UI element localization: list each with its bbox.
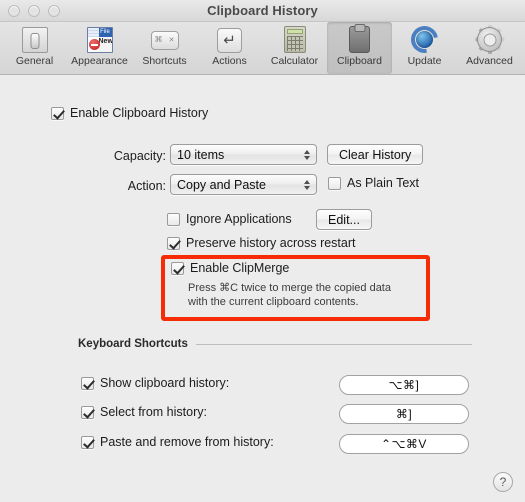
section-divider <box>195 343 472 345</box>
advanced-icon <box>475 25 505 54</box>
action-stepper-icon[interactable] <box>304 179 310 190</box>
enable-clipboard-history-label: Enable Clipboard History <box>70 106 209 120</box>
paste-and-remove-row[interactable]: Paste and remove from history: <box>81 435 274 449</box>
window-titlebar: Clipboard History <box>0 0 525 22</box>
enable-clipboard-history-checkbox[interactable] <box>51 106 64 120</box>
window-title: Clipboard History <box>207 3 318 18</box>
select-from-history-shortcut-field[interactable]: ⌘] <box>339 404 469 424</box>
shortcuts-icon <box>150 25 180 54</box>
ignore-applications-checkbox[interactable] <box>167 212 180 226</box>
capacity-stepper-icon[interactable] <box>304 149 310 160</box>
show-clipboard-history-row[interactable]: Show clipboard history: <box>81 376 229 390</box>
as-plain-text-checkbox[interactable] <box>328 176 341 190</box>
as-plain-text-label: As Plain Text <box>347 176 420 190</box>
clipmerge-hint-line2: with the current clipboard contents. <box>188 296 359 308</box>
toolbar-item-update[interactable]: Update <box>392 20 457 74</box>
preferences-window: Clipboard History General File New Appea… <box>0 0 525 502</box>
edit-button[interactable]: Edit... <box>316 209 372 230</box>
help-button[interactable]: ? <box>493 472 513 492</box>
toolbar-label: Actions <box>212 55 247 67</box>
keyboard-shortcuts-title: Keyboard Shortcuts <box>78 338 188 350</box>
preferences-toolbar: General File New Appearance Shortcuts Ac… <box>0 20 525 75</box>
toolbar-item-appearance[interactable]: File New Appearance <box>67 22 132 74</box>
show-clipboard-history-label: Show clipboard history: <box>100 376 230 390</box>
appearance-icon: File New <box>85 25 115 54</box>
toolbar-label: General <box>15 55 54 67</box>
paste-and-remove-shortcut-field[interactable]: ⌃⌥⌘V <box>339 434 469 454</box>
show-clipboard-history-checkbox[interactable] <box>81 376 94 390</box>
paste-and-remove-checkbox[interactable] <box>81 435 94 449</box>
toolbar-label: Clipboard <box>337 55 382 67</box>
action-label: Action: <box>127 179 166 193</box>
action-value: Copy and Paste <box>177 177 266 192</box>
clipboard-icon <box>345 25 375 54</box>
calculator-icon <box>280 25 310 54</box>
clipboard-pane: Enable Clipboard History Capacity: 10 it… <box>0 75 525 502</box>
toolbar-label: Update <box>407 55 442 67</box>
as-plain-text-row[interactable]: As Plain Text <box>328 176 419 190</box>
preserve-history-row[interactable]: Preserve history across restart <box>167 236 356 250</box>
toolbar-item-shortcuts[interactable]: Shortcuts <box>132 22 197 74</box>
enable-clipmerge-checkbox[interactable] <box>171 261 184 275</box>
capacity-value: 10 items <box>177 147 225 162</box>
toolbar-label: Shortcuts <box>142 55 187 67</box>
enable-clipmerge-label: Enable ClipMerge <box>190 261 290 275</box>
general-icon <box>20 25 50 54</box>
toolbar-item-actions[interactable]: Actions <box>197 22 262 74</box>
clear-history-button[interactable]: Clear History <box>327 144 424 165</box>
select-from-history-checkbox[interactable] <box>81 405 94 419</box>
toolbar-item-advanced[interactable]: Advanced <box>457 22 522 74</box>
toolbar-label: Appearance <box>71 55 128 67</box>
show-clipboard-history-shortcut-field[interactable]: ⌥⌘] <box>339 375 469 395</box>
toolbar-item-calculator[interactable]: Calculator <box>262 22 327 74</box>
select-from-history-label: Select from history: <box>100 405 207 419</box>
keyboard-shortcuts-section-header: Keyboard Shortcuts <box>78 338 472 350</box>
enable-clipmerge-row[interactable]: Enable ClipMerge <box>171 261 289 275</box>
action-select[interactable]: Copy and Paste <box>170 174 317 195</box>
actions-icon <box>215 25 245 54</box>
paste-and-remove-label: Paste and remove from history: <box>100 435 274 449</box>
toolbar-item-general[interactable]: General <box>2 22 67 74</box>
update-icon <box>405 20 444 59</box>
ignore-applications-label: Ignore Applications <box>186 212 292 226</box>
toolbar-label: Advanced <box>466 55 513 67</box>
toolbar-item-clipboard[interactable]: Clipboard <box>327 22 392 74</box>
ignore-applications-row[interactable]: Ignore Applications <box>167 212 292 226</box>
enable-clipboard-history-row[interactable]: Enable Clipboard History <box>51 106 208 120</box>
clipmerge-hint-line1: Press ⌘C twice to merge the copied data <box>188 282 391 294</box>
capacity-label: Capacity: <box>113 149 166 163</box>
select-from-history-row[interactable]: Select from history: <box>81 405 207 419</box>
preserve-history-label: Preserve history across restart <box>186 236 356 250</box>
capacity-select[interactable]: 10 items <box>170 144 317 165</box>
toolbar-label: Calculator <box>270 55 319 67</box>
preserve-history-checkbox[interactable] <box>167 236 180 250</box>
